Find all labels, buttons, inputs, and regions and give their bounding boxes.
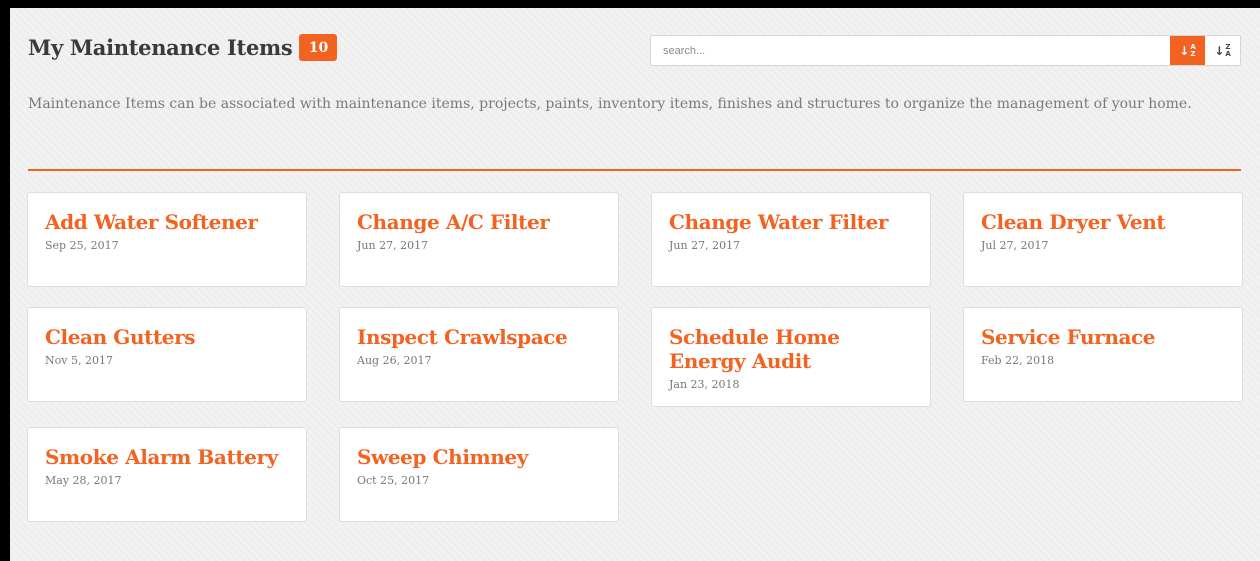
item-title: Add Water Softener bbox=[45, 210, 258, 234]
item-count-badge: 10 bbox=[299, 34, 338, 61]
search-bar: ↓ AZ ↓ ZA bbox=[650, 35, 1241, 66]
sort-ascending-button[interactable]: ↓ AZ bbox=[1170, 36, 1205, 65]
sort-alpha-asc-icon: ↓ AZ bbox=[1179, 42, 1196, 58]
sort-alpha-desc-icon: ↓ ZA bbox=[1214, 42, 1231, 58]
item-title: Inspect Crawlspace bbox=[357, 325, 568, 349]
item-date: Sep 25, 2017 bbox=[45, 239, 119, 252]
item-title: Change A/C Filter bbox=[357, 210, 550, 234]
item-date: Aug 26, 2017 bbox=[357, 354, 432, 367]
item-date: Feb 22, 2018 bbox=[981, 354, 1055, 367]
sort-descending-button[interactable]: ↓ ZA bbox=[1205, 36, 1240, 65]
item-date: Oct 25, 2017 bbox=[357, 474, 430, 487]
maintenance-item-card[interactable]: Change Water Filter Jun 27, 2017 bbox=[651, 192, 931, 287]
page-header: My Maintenance Items 10 bbox=[28, 34, 338, 61]
item-date: May 28, 2017 bbox=[45, 474, 122, 487]
item-title: Schedule Home Energy Audit bbox=[669, 325, 840, 373]
maintenance-page: My Maintenance Items 10 ↓ AZ ↓ ZA Mainte… bbox=[10, 8, 1260, 561]
item-title: Sweep Chimney bbox=[357, 445, 528, 469]
maintenance-item-card[interactable]: Schedule Home Energy Audit Jan 23, 2018 bbox=[651, 307, 931, 407]
maintenance-item-card[interactable]: Add Water Softener Sep 25, 2017 bbox=[27, 192, 307, 287]
item-date: Nov 5, 2017 bbox=[45, 354, 113, 367]
maintenance-item-card[interactable]: Service Furnace Feb 22, 2018 bbox=[963, 307, 1243, 402]
maintenance-item-card[interactable]: Change A/C Filter Jun 27, 2017 bbox=[339, 192, 619, 287]
item-title: Change Water Filter bbox=[669, 210, 889, 234]
item-title: Smoke Alarm Battery bbox=[45, 445, 278, 469]
maintenance-item-card[interactable]: Clean Dryer Vent Jul 27, 2017 bbox=[963, 192, 1243, 287]
maintenance-item-card[interactable]: Smoke Alarm Battery May 28, 2017 bbox=[27, 427, 307, 522]
item-date: Jan 23, 2018 bbox=[669, 378, 740, 391]
item-title: Service Furnace bbox=[981, 325, 1156, 349]
page-title: My Maintenance Items bbox=[28, 35, 293, 60]
page-description: Maintenance Items can be associated with… bbox=[28, 96, 1192, 112]
maintenance-item-card[interactable]: Clean Gutters Nov 5, 2017 bbox=[27, 307, 307, 402]
maintenance-item-card[interactable]: Inspect Crawlspace Aug 26, 2017 bbox=[339, 307, 619, 402]
item-date: Jul 27, 2017 bbox=[981, 239, 1049, 252]
item-date: Jun 27, 2017 bbox=[357, 239, 429, 252]
section-divider bbox=[28, 169, 1241, 171]
item-date: Jun 27, 2017 bbox=[669, 239, 741, 252]
item-title: Clean Gutters bbox=[45, 325, 196, 349]
maintenance-item-card[interactable]: Sweep Chimney Oct 25, 2017 bbox=[339, 427, 619, 522]
search-input[interactable] bbox=[651, 36, 1170, 65]
item-title: Clean Dryer Vent bbox=[981, 210, 1166, 234]
items-grid: Add Water Softener Sep 25, 2017 Change A… bbox=[27, 192, 1243, 522]
